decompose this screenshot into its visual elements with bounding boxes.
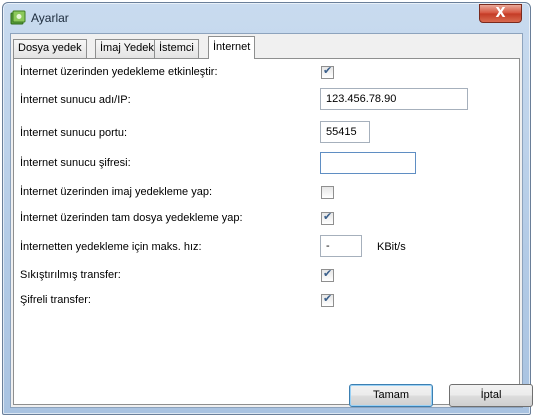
max-speed-unit: KBit/s <box>377 241 406 253</box>
settings-app-icon <box>10 10 26 25</box>
server-port-label: İnternet sunucu portu: <box>20 127 128 139</box>
enable-internet-backup-checkbox[interactable]: ✔ <box>321 64 334 79</box>
max-speed-input[interactable]: - <box>320 235 362 257</box>
check-mark-icon: ✔ <box>323 292 333 305</box>
server-password-input[interactable] <box>320 152 416 174</box>
check-mark-icon: ✔ <box>323 267 333 280</box>
tab-istemci[interactable]: İstemci <box>154 39 199 58</box>
window-title: Ayarlar <box>31 11 69 25</box>
encrypted-transfer-label: Şifreli transfer: <box>20 294 91 306</box>
title-bar[interactable]: Ayarlar X <box>3 3 530 31</box>
image-backup-checkbox[interactable] <box>321 186 334 199</box>
check-mark-icon: ✔ <box>323 210 333 223</box>
compressed-transfer-checkbox[interactable]: ✔ <box>321 267 334 282</box>
ok-button[interactable]: Tamam <box>349 384 433 407</box>
compressed-transfer-label: Sıkıştırılmış transfer: <box>20 269 121 281</box>
cancel-button[interactable]: İptal <box>449 384 533 407</box>
check-mark-icon: ✔ <box>323 64 333 77</box>
enable-internet-backup-label: İnternet üzerinden yedekleme etkinleştir… <box>20 66 218 78</box>
tab-strip: Dosya yedek İmaj Yedek İstemci İnternet <box>13 36 520 59</box>
close-button[interactable]: X <box>479 4 522 23</box>
max-speed-label: İnternetten yedekleme için maks. hız: <box>20 241 202 253</box>
settings-window: Ayarlar X Dosya yedek İmaj Yedek İstemci… <box>2 2 533 415</box>
full-file-backup-checkbox[interactable]: ✔ <box>321 210 334 225</box>
dialog-client-area: Dosya yedek İmaj Yedek İstemci İnternet … <box>10 33 533 408</box>
internet-settings-panel: İnternet üzerinden yedekleme etkinleştir… <box>13 58 520 405</box>
image-backup-label: İnternet üzerinden imaj yedekleme yap: <box>20 186 212 198</box>
full-file-backup-label: İnternet üzerinden tam dosya yedekleme y… <box>20 212 243 224</box>
server-name-input[interactable]: 123.456.78.90 <box>320 88 468 110</box>
tab-dosya-yedek[interactable]: Dosya yedek <box>13 39 87 58</box>
encrypted-transfer-checkbox[interactable]: ✔ <box>321 292 334 307</box>
tab-internet[interactable]: İnternet <box>208 36 256 59</box>
server-password-label: İnternet sunucu şifresi: <box>20 157 131 169</box>
server-name-label: İnternet sunucu adı/IP: <box>20 94 131 106</box>
tab-imaj-yedek[interactable]: İmaj Yedek <box>95 39 159 58</box>
server-port-input[interactable]: 55415 <box>320 121 370 143</box>
